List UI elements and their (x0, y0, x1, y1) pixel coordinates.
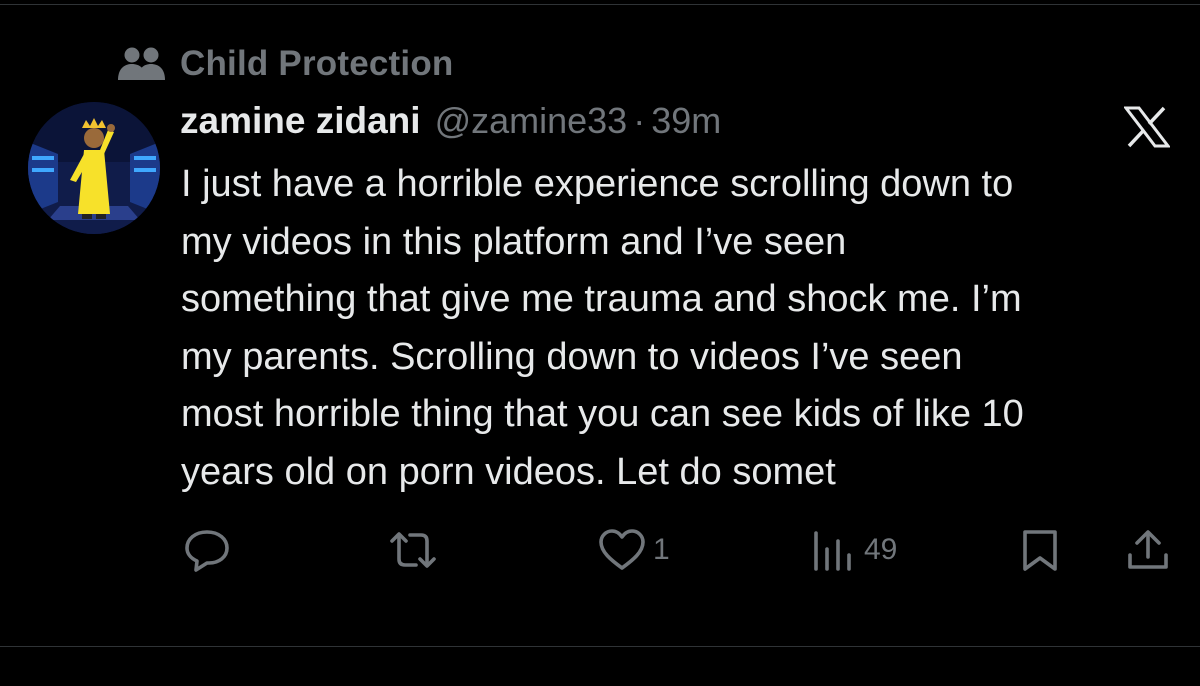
views-button[interactable]: 49 (810, 524, 897, 576)
reply-button[interactable] (182, 524, 232, 576)
top-divider (0, 4, 1200, 5)
reply-icon (182, 527, 232, 573)
user-handle[interactable]: @zamine33 (435, 100, 628, 142)
display-name[interactable]: zamine zidani (180, 100, 421, 142)
repost-button[interactable] (386, 524, 440, 576)
avatar[interactable] (28, 102, 160, 234)
post-time[interactable]: 39m (651, 100, 721, 142)
view-count: 49 (864, 533, 898, 566)
people-icon (116, 44, 168, 84)
community-context[interactable]: Child Protection (116, 42, 453, 86)
post-header: zamine zidani @zamine33 · 39m (180, 100, 721, 150)
share-button[interactable] (1124, 524, 1172, 576)
bookmark-button[interactable] (1018, 524, 1062, 576)
action-bar: 1 49 (0, 524, 1200, 576)
community-label: Child Protection (180, 44, 454, 83)
like-button[interactable]: 1 (597, 524, 670, 576)
like-count: 1 (653, 533, 670, 566)
bottom-divider (0, 646, 1200, 647)
x-logo-icon (1124, 106, 1170, 148)
heart-icon (597, 527, 647, 573)
repost-icon (386, 527, 440, 573)
post-text: I just have a horrible experience scroll… (181, 163, 1024, 493)
separator-dot: · (633, 100, 646, 141)
bookmark-icon (1018, 527, 1062, 573)
share-icon (1124, 527, 1172, 573)
views-icon (810, 527, 858, 573)
